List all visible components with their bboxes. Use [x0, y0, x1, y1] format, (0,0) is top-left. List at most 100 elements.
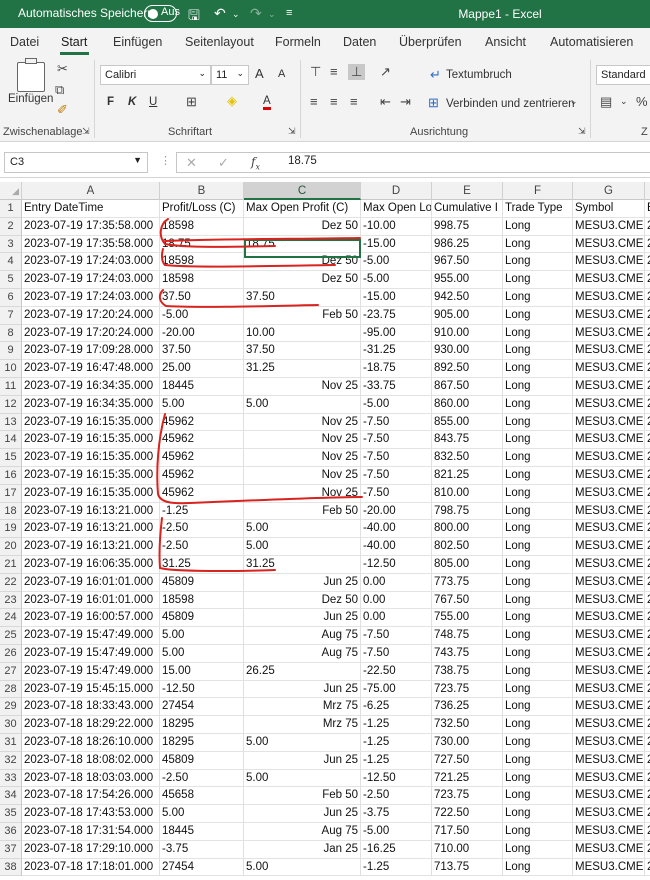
- cell-profit-loss[interactable]: 5.00: [160, 645, 244, 663]
- copy-icon[interactable]: ⧉: [55, 82, 64, 98]
- row-header[interactable]: 25: [0, 627, 22, 645]
- align-middle-icon[interactable]: ≡: [330, 64, 338, 79]
- cell-max-open-loss[interactable]: -1.25: [361, 751, 432, 770]
- number-format-select[interactable]: Standard: [596, 65, 650, 85]
- cell-entry-datetime[interactable]: 2023-07-18 17:29:10.000: [22, 840, 160, 859]
- header-cell-max-open-profit[interactable]: Max Open Profit (C): [244, 200, 361, 218]
- cell-trade-type[interactable]: Long: [503, 556, 573, 574]
- cell-entry-datetime[interactable]: 2023-07-19 16:34:35.000: [22, 395, 160, 414]
- cell-max-open-profit[interactable]: Nov 25: [244, 467, 361, 485]
- cell-max-open-loss[interactable]: -22.50: [361, 662, 432, 681]
- cell-entry-datetime[interactable]: 2023-07-19 17:35:58.000: [22, 235, 160, 254]
- cell-symbol[interactable]: MESU3.CME: [573, 342, 645, 361]
- name-box[interactable]: C3 ▼: [4, 152, 148, 173]
- cell-profit-loss[interactable]: 27454: [160, 698, 244, 717]
- column-header-g[interactable]: G: [573, 182, 645, 200]
- cell-profit-loss[interactable]: 18.75: [160, 235, 244, 254]
- cell-trade-type[interactable]: Long: [503, 573, 573, 592]
- column-header-f[interactable]: F: [503, 182, 573, 200]
- cell-entry-datetime[interactable]: 2023-07-18 17:43:53.000: [22, 805, 160, 823]
- cell-max-open-profit[interactable]: Nov 25: [244, 378, 361, 396]
- bold-button[interactable]: F: [107, 96, 114, 108]
- cell-max-open-profit[interactable]: 26.25: [244, 662, 361, 681]
- paste-icon[interactable]: [17, 58, 45, 92]
- worksheet-grid[interactable]: ◢ A B C D E F G 1 Entry DateTime Profit/Lo…: [0, 182, 650, 880]
- cell-symbol[interactable]: MESU3.CME: [573, 324, 645, 343]
- cell-symbol[interactable]: MESU3.CME: [573, 698, 645, 717]
- cell-max-open-loss[interactable]: 0.00: [361, 591, 432, 610]
- cell-trade-type[interactable]: Long: [503, 627, 573, 645]
- cell-profit-loss[interactable]: 18598: [160, 271, 244, 289]
- cell-trade-type[interactable]: Long: [503, 502, 573, 521]
- cell-entry-datetime[interactable]: 2023-07-18 18:08:02.000: [22, 751, 160, 770]
- cut-icon[interactable]: ✂: [57, 61, 68, 77]
- cell-max-open-loss[interactable]: -10.00: [361, 217, 432, 236]
- cell-entry-datetime[interactable]: 2023-07-19 16:13:21.000: [22, 520, 160, 539]
- cell-symbol[interactable]: MESU3.CME: [573, 609, 645, 628]
- row-header[interactable]: 29: [0, 698, 22, 717]
- row-header[interactable]: 17: [0, 484, 22, 503]
- cell-max-open-profit[interactable]: Aug 75: [244, 627, 361, 645]
- cell-entry-datetime[interactable]: 2023-07-19 16:34:35.000: [22, 378, 160, 396]
- cell-max-open-loss[interactable]: -7.50: [361, 484, 432, 503]
- cell-max-open-profit[interactable]: Aug 75: [244, 645, 361, 663]
- format-painter-icon[interactable]: ✐: [57, 102, 68, 118]
- row-header[interactable]: 6: [0, 289, 22, 307]
- cell-symbol[interactable]: MESU3.CME: [573, 520, 645, 539]
- cell-symbol[interactable]: MESU3.CME: [573, 306, 645, 325]
- cell-trade-type[interactable]: Long: [503, 698, 573, 717]
- cell-max-open-profit[interactable]: Dez 50: [244, 271, 361, 289]
- cell-profit-loss[interactable]: 37.50: [160, 342, 244, 361]
- cell-next-column[interactable]: E: [645, 200, 650, 218]
- cell-next-column[interactable]: 2: [645, 752, 650, 770]
- cell-max-open-profit[interactable]: Feb 50: [244, 787, 361, 806]
- accounting-format-icon[interactable]: ▤: [600, 94, 612, 110]
- cell-symbol[interactable]: MESU3.CME: [573, 502, 645, 521]
- cell-next-column[interactable]: 2: [645, 236, 650, 254]
- cell-trade-type[interactable]: Long: [503, 609, 573, 628]
- cell-entry-datetime[interactable]: 2023-07-19 17:20:24.000: [22, 306, 160, 325]
- borders-icon[interactable]: ⊞: [186, 94, 197, 110]
- cell-next-column[interactable]: 2: [645, 414, 650, 432]
- cell-symbol[interactable]: MESU3.CME: [573, 271, 645, 289]
- cell-max-open-profit[interactable]: 5.00: [244, 395, 361, 414]
- cell-entry-datetime[interactable]: 2023-07-19 15:47:49.000: [22, 645, 160, 663]
- cell-symbol[interactable]: MESU3.CME: [573, 449, 645, 467]
- percent-icon[interactable]: %: [636, 94, 648, 109]
- cell-profit-loss[interactable]: 18598: [160, 591, 244, 610]
- cell-profit-loss[interactable]: 18295: [160, 716, 244, 734]
- cell-trade-type[interactable]: Long: [503, 342, 573, 361]
- cell-max-open-loss[interactable]: -15.00: [361, 289, 432, 307]
- align-bottom-icon[interactable]: ⊥: [348, 64, 366, 80]
- cell-profit-loss[interactable]: -20.00: [160, 324, 244, 343]
- cell-next-column[interactable]: 2: [645, 770, 650, 788]
- row-header[interactable]: 35: [0, 805, 22, 823]
- cell-next-column[interactable]: 2: [645, 271, 650, 289]
- cell-entry-datetime[interactable]: 2023-07-19 15:47:49.000: [22, 662, 160, 681]
- cell-trade-type[interactable]: Long: [503, 253, 573, 272]
- cell-profit-loss[interactable]: 45962: [160, 449, 244, 467]
- italic-button[interactable]: K: [128, 96, 136, 108]
- cancel-entry-icon[interactable]: ✕: [186, 155, 197, 171]
- cell-next-column[interactable]: 2: [645, 396, 650, 414]
- header-cell-entry-datetime[interactable]: Entry DateTime: [22, 200, 160, 218]
- cell-symbol[interactable]: MESU3.CME: [573, 769, 645, 788]
- cell-trade-type[interactable]: Long: [503, 840, 573, 859]
- cell-next-column[interactable]: 2: [645, 645, 650, 663]
- cell-next-column[interactable]: 2: [645, 378, 650, 396]
- align-left-icon[interactable]: ≡: [310, 94, 318, 109]
- cell-max-open-profit[interactable]: Nov 25: [244, 431, 361, 450]
- cell-next-column[interactable]: 2: [645, 431, 650, 450]
- row-header[interactable]: 37: [0, 840, 22, 859]
- header-cell-profit-loss[interactable]: Profit/Loss (C): [160, 200, 244, 218]
- cell-profit-loss[interactable]: 5.00: [160, 805, 244, 823]
- column-header-b[interactable]: B: [160, 182, 244, 200]
- cell-trade-type[interactable]: Long: [503, 378, 573, 396]
- cell-symbol[interactable]: MESU3.CME: [573, 217, 645, 236]
- clipboard-launcher-icon[interactable]: ⇲: [82, 126, 90, 137]
- cell-next-column[interactable]: 2: [645, 734, 650, 752]
- cell-max-open-loss[interactable]: -7.50: [361, 627, 432, 645]
- font-launcher-icon[interactable]: ⇲: [288, 126, 296, 137]
- cell-max-open-loss[interactable]: -20.00: [361, 502, 432, 521]
- cell-symbol[interactable]: MESU3.CME: [573, 591, 645, 610]
